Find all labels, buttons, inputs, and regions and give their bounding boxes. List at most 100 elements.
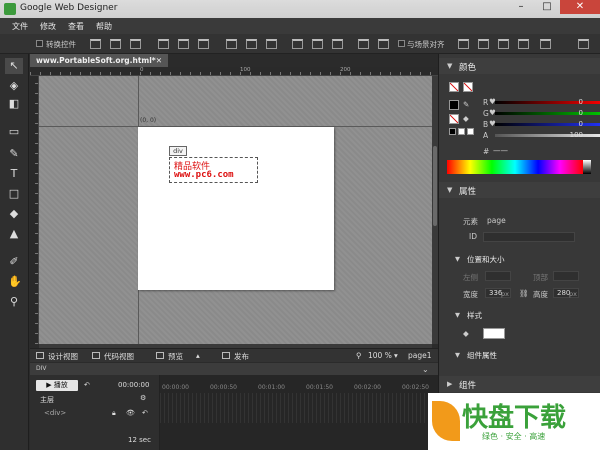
components-section-header[interactable]: ▶ 组件 <box>439 376 600 392</box>
distribute-bottom-icon[interactable] <box>266 39 277 49</box>
g-value[interactable]: 0 <box>571 109 583 117</box>
blue-slider-handle[interactable]: ♥ <box>489 119 496 128</box>
align-bottom-icon[interactable] <box>198 39 209 49</box>
space-horizontal-icon[interactable] <box>378 39 389 49</box>
grayscale-bar[interactable] <box>583 160 591 174</box>
rewind-icon[interactable]: ↶ <box>84 381 90 389</box>
scroll-thumb[interactable] <box>433 146 437 226</box>
track-row-main[interactable] <box>160 393 438 408</box>
menu-view[interactable]: 查看 <box>68 21 84 32</box>
export-icon[interactable] <box>458 39 469 49</box>
eyedropper-tool-icon[interactable]: ✐ <box>8 256 20 268</box>
a-value[interactable]: 100 <box>567 131 583 139</box>
distribute-right-icon[interactable] <box>332 39 343 49</box>
shape-tool-icon[interactable]: □ <box>8 188 20 200</box>
page-selector[interactable]: page1 <box>408 351 432 360</box>
no-fill-swatch[interactable] <box>449 82 459 92</box>
tag-tool-icon[interactable]: ▭ <box>8 126 20 138</box>
space-vertical-icon[interactable] <box>358 39 369 49</box>
stroke-color-swatch[interactable] <box>449 114 459 124</box>
green-slider[interactable] <box>495 112 600 115</box>
import-icon[interactable] <box>478 39 489 49</box>
layer-settings-icon[interactable]: ⚙ <box>140 394 146 402</box>
default-colors-icon[interactable] <box>449 128 456 135</box>
preview-button[interactable]: 预览 <box>168 351 183 362</box>
menu-help[interactable]: 帮助 <box>96 21 112 32</box>
3d-translation-tool-icon[interactable]: ◧ <box>8 98 20 110</box>
white-color-icon[interactable] <box>467 128 474 135</box>
menu-edit[interactable]: 修改 <box>40 21 56 32</box>
timeline-collapse-icon[interactable]: ⌄ <box>422 365 429 374</box>
zoom-tool-icon[interactable]: ⚲ <box>8 296 20 308</box>
green-slider-handle[interactable]: ♥ <box>489 108 496 117</box>
zoom-dropdown-icon[interactable]: ▾ <box>394 351 398 360</box>
text-tool-icon[interactable]: T <box>8 168 20 180</box>
layer-undo-icon[interactable]: ↶ <box>142 409 148 417</box>
color-spectrum[interactable] <box>447 160 591 174</box>
align-center-icon[interactable] <box>110 39 121 49</box>
distribute-middle-icon[interactable] <box>246 39 257 49</box>
background-color-swatch[interactable] <box>483 328 505 339</box>
lock-icon[interactable]: 🔒︎ <box>112 409 116 418</box>
layer-div-label[interactable]: <div> <box>44 409 66 417</box>
align-left-icon[interactable] <box>90 39 101 49</box>
timeline-track[interactable]: 00:00:00 00:00:50 00:01:00 00:01:50 00:0… <box>160 375 438 450</box>
blue-slider[interactable] <box>495 123 600 126</box>
pen-tool-icon[interactable]: ✎ <box>8 148 20 160</box>
stroke-tool-icon[interactable]: ▲ <box>8 228 20 240</box>
workspace-icon[interactable] <box>578 39 589 49</box>
fill-color-swatch[interactable] <box>449 100 459 110</box>
code-view-button[interactable]: 代码视图 <box>104 351 134 362</box>
publish-button[interactable]: 发布 <box>234 351 249 362</box>
swap-colors-icon[interactable] <box>458 128 465 135</box>
red-slider-handle[interactable]: ♥ <box>489 97 496 106</box>
component-props-header[interactable]: ▼ 组件属性 <box>439 348 600 364</box>
track-row-div[interactable] <box>160 408 438 423</box>
design-view-button[interactable]: 设计视图 <box>48 351 78 362</box>
align-right-icon[interactable] <box>130 39 141 49</box>
no-stroke-swatch[interactable] <box>463 82 473 92</box>
red-slider[interactable] <box>495 101 600 104</box>
maximize-button[interactable]: □ <box>534 0 560 14</box>
distribute-left-icon[interactable] <box>292 39 303 49</box>
alpha-slider[interactable] <box>495 134 600 137</box>
arrange-icon[interactable] <box>518 39 529 49</box>
properties-section-header[interactable]: ▼ 属性 <box>439 182 600 198</box>
paint-bucket-icon[interactable]: ◆ <box>463 114 469 123</box>
preview-dropdown-icon[interactable]: ▴ <box>196 351 200 360</box>
menu-file[interactable]: 文件 <box>12 21 28 32</box>
3d-rotation-tool-icon[interactable]: ◈ <box>8 80 20 92</box>
close-button[interactable]: ✕ <box>560 0 600 14</box>
tab-close-icon[interactable]: ✕ <box>156 56 162 65</box>
r-value[interactable]: 0 <box>571 98 583 106</box>
hand-tool-icon[interactable]: ✋ <box>8 276 22 288</box>
design-canvas[interactable]: (0, 0) div 精品软件 www.pc6.com <box>39 76 432 344</box>
pencil-icon[interactable]: ✎ <box>463 100 469 109</box>
align-stage-checkbox[interactable] <box>398 40 405 47</box>
distribute-top-icon[interactable] <box>226 39 237 49</box>
distribute-center-icon[interactable] <box>312 39 323 49</box>
align-top-icon[interactable] <box>158 39 169 49</box>
div-tag-label[interactable]: div <box>169 146 187 156</box>
b-value[interactable]: 0 <box>571 120 583 128</box>
style-header[interactable]: ▼ 样式 <box>439 308 600 324</box>
minimize-button[interactable]: – <box>508 0 534 14</box>
transform-checkbox[interactable] <box>36 40 43 47</box>
position-size-header[interactable]: ▼ 位置和大小 <box>439 252 600 268</box>
layout-icon[interactable] <box>498 39 509 49</box>
zoom-level[interactable]: 100 % <box>368 351 392 360</box>
stage-page[interactable]: div 精品软件 www.pc6.com <box>138 127 334 290</box>
id-input[interactable] <box>483 232 575 242</box>
top-input[interactable] <box>553 271 579 281</box>
play-button[interactable]: ▶ 播放 <box>36 380 78 391</box>
hex-input[interactable]: —— <box>493 146 508 155</box>
color-section-header[interactable]: ▼ 颜色 <box>439 58 600 74</box>
selection-tool-icon[interactable]: ↖ <box>5 58 23 74</box>
visibility-icon[interactable]: 👁︎ <box>126 409 135 417</box>
div-element[interactable]: 精品软件 www.pc6.com <box>169 157 258 183</box>
fill-tool-icon[interactable]: ◆ <box>8 208 20 220</box>
pan-icon[interactable] <box>540 39 551 49</box>
link-dimensions-icon[interactable]: ⛓ <box>519 289 529 298</box>
left-input[interactable] <box>485 271 511 281</box>
document-tab[interactable]: www.PortableSoft.org.html* ✕ <box>30 54 168 67</box>
